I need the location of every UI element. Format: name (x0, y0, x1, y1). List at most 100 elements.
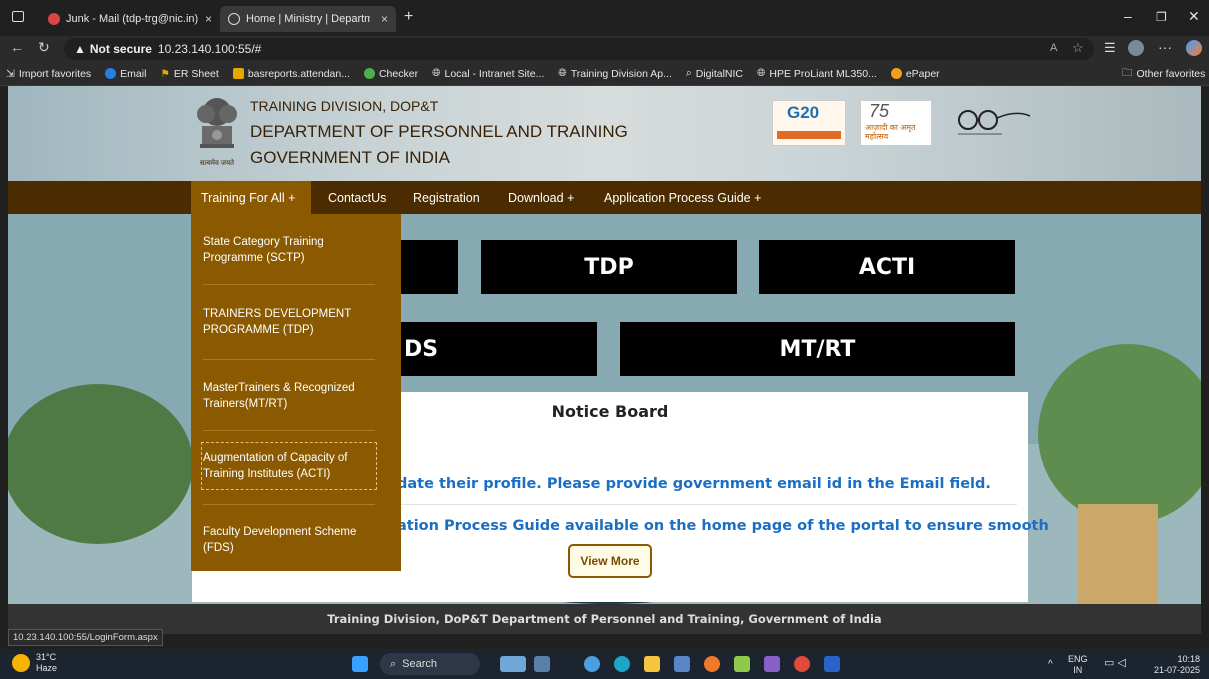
bookmark-digitalnic[interactable]: ⌕ DigitalNIC (686, 67, 743, 80)
clock[interactable]: 10:18 21-07-2025 (1148, 654, 1200, 676)
refresh-icon[interactable]: ↻ (38, 39, 50, 56)
bookmark-training-division[interactable]: 🌐︎ Training Division Ap... (558, 67, 672, 80)
read-aloud-icon[interactable]: A (1050, 42, 1057, 54)
sheet-icon: ⚑ (160, 67, 170, 80)
emblem-caption: सत्यमेव जयते (199, 160, 235, 167)
edge-browser-icon[interactable] (614, 656, 630, 672)
back-icon[interactable]: ← (10, 39, 24, 55)
new-tab-button[interactable]: + (404, 8, 413, 26)
dropdown-divider (203, 430, 375, 431)
browser-tab-bar: Junk - Mail (tdp-trg@nic.in) × Home | Mi… (0, 0, 1209, 36)
bookmark-other-favorites[interactable]: 🗀 Other favorites (1122, 65, 1205, 83)
globe-icon: 🌐︎ (432, 67, 441, 79)
more-menu-icon[interactable]: ··· (1158, 39, 1172, 55)
workspaces-icon[interactable] (12, 11, 24, 22)
main-navigation: Training For All + ContactUs Registratio… (8, 181, 1201, 214)
search-icon: ⌕ (390, 657, 397, 670)
sun-haze-icon (12, 654, 30, 672)
weather-widget[interactable]: 31°C Haze (12, 652, 57, 674)
tab-title: Junk - Mail (tdp-trg@nic.in) (66, 13, 199, 25)
nav-registration[interactable]: Registration (403, 181, 490, 214)
taskbar-search-box[interactable]: ⌕ Search (380, 653, 480, 675)
favorites-list-icon[interactable]: ☰ (1104, 40, 1116, 56)
file-explorer-icon[interactable] (644, 656, 660, 672)
report-icon (232, 68, 244, 79)
globe-favicon-icon (228, 13, 240, 25)
folder-icon: 🗀 (1122, 66, 1133, 79)
tab-junk-mail[interactable]: Junk - Mail (tdp-trg@nic.in) × (40, 6, 220, 32)
bookmark-hpe-proliant[interactable]: 🌐︎ HPE ProLiant ML350... (757, 67, 877, 80)
g20-band-icon (777, 131, 841, 139)
site-footer: Training Division, DoP&T Department of P… (8, 604, 1201, 634)
copilot-icon[interactable] (1186, 40, 1202, 56)
copilot-taskbar-icon[interactable] (584, 656, 600, 672)
close-tab-icon[interactable]: × (205, 12, 212, 26)
bookmarks-bar: ⇲ Import favorites Email ⚑ ER Sheet basrep… (0, 62, 1209, 86)
minimize-icon[interactable]: – (1124, 8, 1132, 24)
site-header: सत्यमेव जयते TRAINING DIVISION, DOP&T DE… (8, 86, 1201, 181)
bookmark-import-favorites[interactable]: ⇲ Import favorites (6, 68, 91, 80)
task-view-icon[interactable] (500, 656, 526, 672)
paint-app-icon[interactable] (734, 656, 750, 672)
file-app-icon[interactable] (534, 656, 550, 672)
tile-mt-rt[interactable]: MT/RT (620, 322, 1015, 376)
header-line-3: GOVERNMENT OF INDIA (250, 148, 450, 167)
bookmark-email[interactable]: Email (105, 68, 146, 80)
notice-divider (397, 504, 1017, 505)
globe-icon: 🌐︎ (757, 67, 766, 79)
notice-link-1[interactable]: date their profile. Please provide gover… (397, 476, 991, 492)
search-icon: ⌕ (685, 67, 692, 79)
bookmark-er-sheet[interactable]: ⚑ ER Sheet (160, 68, 218, 80)
import-icon: ⇲ (6, 67, 15, 80)
url-field[interactable]: ▲ Not secure 10.23.140.100:55/# (64, 38, 1094, 60)
dropdown-item-sctp[interactable]: State Category Training Programme (SCTP) (203, 234, 383, 266)
dropdown-item-mt-rt[interactable]: MasterTrainers & Recognized Trainers(MT/… (203, 380, 383, 412)
azadi-amrit-mahotsav-logo: 75 आज़ादी का अमृत महोत्सव (860, 100, 932, 146)
globe-icon: 🌐︎ (558, 67, 567, 79)
dropdown-item-tdp[interactable]: TRAINERS DEVELOPMENT PROGRAMME (TDP) (203, 306, 383, 338)
tab-home-ministry[interactable]: Home | Ministry | Department | G × (220, 6, 396, 32)
bookmark-basreports[interactable]: basreports.attendan... (232, 68, 350, 80)
warning-icon: ▲ (74, 42, 86, 56)
header-line-1: TRAINING DIVISION, DOP&T (250, 98, 439, 114)
word-icon[interactable] (824, 656, 840, 672)
bookmark-local-intranet[interactable]: 🌐︎ Local - Intranet Site... (432, 67, 544, 80)
tile-acti[interactable]: ACTI (759, 240, 1015, 294)
store-icon[interactable] (674, 656, 690, 672)
language-indicator[interactable]: ENG IN (1068, 654, 1088, 676)
bookmark-epaper[interactable]: ePaper (890, 68, 940, 80)
restore-icon[interactable]: ❐ (1156, 10, 1167, 24)
firefox-icon[interactable] (704, 656, 720, 672)
dropdown-divider (203, 284, 375, 285)
chrome-icon[interactable] (794, 656, 810, 672)
address-bar-row: ← ↻ ▲ Not secure 10.23.140.100:55/# A ☆ … (0, 36, 1209, 62)
close-window-icon[interactable]: ✕ (1188, 8, 1200, 25)
visual-studio-icon[interactable] (764, 656, 780, 672)
notice-link-2[interactable]: ation Process Guide available on the hom… (397, 518, 1049, 534)
profile-avatar[interactable] (1128, 40, 1144, 56)
nav-contactus[interactable]: ContactUs (318, 181, 396, 214)
dropdown-divider (203, 504, 375, 505)
windows-start-icon[interactable] (352, 656, 368, 672)
nav-download[interactable]: Download + (498, 181, 584, 214)
view-more-button[interactable]: View More (568, 544, 652, 578)
training-for-all-dropdown: State Category Training Programme (SCTP)… (191, 214, 401, 571)
g20-logo: G20 (772, 100, 846, 146)
tile-tdp[interactable]: TDP (481, 240, 737, 294)
checker-icon (363, 68, 375, 79)
close-tab-icon[interactable]: × (381, 12, 388, 26)
show-hidden-icons[interactable]: ^ (1048, 659, 1053, 670)
dropdown-item-acti[interactable]: Augmentation of Capacity of Training Ins… (203, 450, 383, 482)
nav-application-process-guide[interactable]: Application Process Guide + (594, 181, 771, 214)
swachh-bharat-logo (954, 106, 1034, 142)
security-indicator[interactable]: ▲ Not secure (74, 42, 152, 56)
bookmark-checker[interactable]: Checker (363, 68, 418, 80)
email-icon (105, 68, 117, 79)
favorite-star-icon[interactable]: ☆ (1072, 40, 1084, 56)
network-volume-icons[interactable]: ▭ ◁ (1104, 658, 1126, 669)
dropdown-divider (203, 359, 375, 360)
national-emblem-logo: सत्यमेव जयते (192, 92, 242, 167)
dropdown-item-fds[interactable]: Faculty Development Scheme (FDS) (203, 524, 383, 556)
paper-icon (890, 68, 902, 79)
nav-training-for-all[interactable]: Training For All + (191, 181, 311, 214)
